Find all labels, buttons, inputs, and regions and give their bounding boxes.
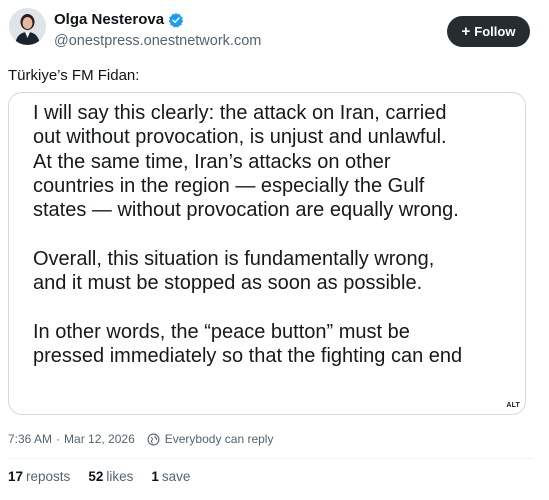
likes-label: likes xyxy=(106,469,134,484)
saves-stat[interactable]: 1 save xyxy=(151,469,190,484)
reposts-stat[interactable]: 17 reposts xyxy=(8,469,70,484)
follow-label: Follow xyxy=(474,24,516,39)
media-line: states — without provocation are equally… xyxy=(33,199,459,222)
reposts-count: 17 xyxy=(8,469,24,484)
verified-check-icon xyxy=(168,12,184,28)
media-line: In other words, the “peace button” must … xyxy=(33,320,410,343)
media-text: I will say this clearly: the attack on I… xyxy=(33,101,518,368)
post-stats: 17 reposts 52 likes 1 save xyxy=(8,469,190,484)
profile-photo-icon xyxy=(9,8,46,45)
follow-button[interactable]: + Follow xyxy=(447,16,530,47)
media-line: I will say this clearly: the attack on I… xyxy=(33,102,447,124)
author-name[interactable]: Olga Nesterova xyxy=(54,11,164,28)
post: Olga Nesterova @onestpress.onestnetwork.… xyxy=(0,0,549,500)
post-time[interactable]: 7:36 AM xyxy=(8,432,52,446)
media-paragraph-3: In other words, the “peace button” must … xyxy=(33,320,518,369)
media-line: pressed immediately so that the fighting… xyxy=(33,344,463,367)
media-line: countries in the region — especially the… xyxy=(33,174,425,197)
plus-icon: + xyxy=(461,23,471,40)
author-handle[interactable]: @onestpress.onestnetwork.com xyxy=(54,33,261,49)
meta-separator: · xyxy=(56,432,61,446)
saves-count: 1 xyxy=(151,469,159,484)
globe-icon xyxy=(147,433,160,446)
post-text: Türkiye’s FM Fidan: xyxy=(8,67,140,84)
avatar[interactable] xyxy=(9,8,46,45)
likes-stat[interactable]: 52 likes xyxy=(88,469,133,484)
post-date[interactable]: Mar 12, 2026 xyxy=(64,432,135,446)
likes-count: 52 xyxy=(88,469,104,484)
reply-scope-label: Everybody can reply xyxy=(164,432,274,446)
post-meta: 7:36 AM · Mar 12, 2026 Everybody can rep… xyxy=(8,432,273,446)
alt-badge[interactable]: ALT xyxy=(506,402,520,409)
media-line: At the same time, Iran’s attacks on othe… xyxy=(33,150,391,173)
media-paragraph-1: I will say this clearly: the attack on I… xyxy=(33,101,518,222)
reply-scope: Everybody can reply xyxy=(147,432,274,446)
media-line: Overall, this situation is fundamentally… xyxy=(33,247,435,270)
saves-label: save xyxy=(161,469,191,484)
media-image[interactable]: I will say this clearly: the attack on I… xyxy=(8,92,526,415)
divider xyxy=(8,458,534,459)
media-paragraph-2: Overall, this situation is fundamentally… xyxy=(33,247,518,296)
author-name-row[interactable]: Olga Nesterova xyxy=(54,11,184,28)
media-line: and it must be stopped as soon as possib… xyxy=(33,272,423,295)
reposts-label: reposts xyxy=(26,469,71,484)
media-line: out without provocation, is unjust and u… xyxy=(33,126,447,149)
